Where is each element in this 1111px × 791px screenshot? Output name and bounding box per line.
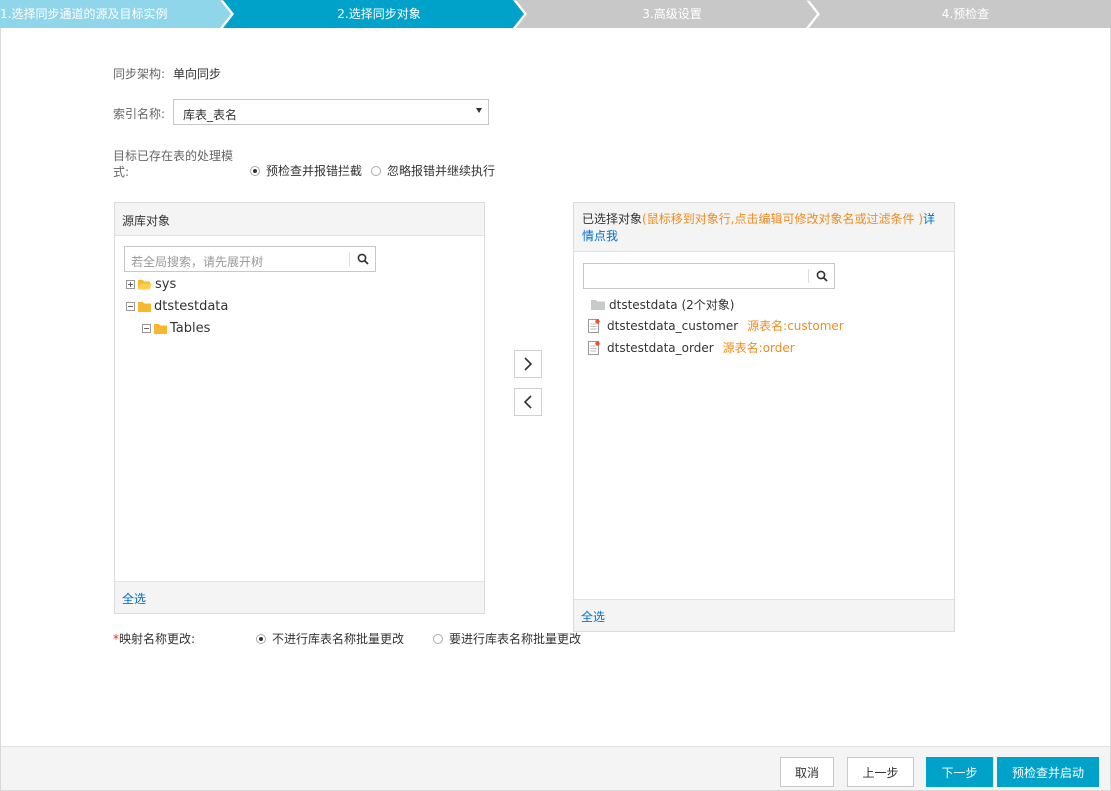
search-icon[interactable]	[809, 264, 834, 288]
step-4-label[interactable]: 4.预检查	[820, 0, 1111, 28]
sync-arch-value: 单向同步	[173, 67, 222, 81]
radio-unchecked-icon	[433, 633, 443, 644]
selected-panel-hint: (鼠标移到对象行,点击编辑可修改对象名或过滤条件 )	[642, 212, 924, 226]
wizard-steps: 1.选择同步通道的源及目标实例 2.选择同步对象 3.高级设置 4.预检查	[0, 0, 1111, 28]
index-name-value: 库表_表名	[183, 108, 238, 122]
source-panel-footer: 全选	[115, 581, 484, 613]
tree-node-tables[interactable]: Tables	[142, 321, 210, 336]
mapping-option-batch-change-label: 要进行库表名称批量更改	[449, 632, 582, 646]
move-right-button[interactable]	[514, 350, 542, 378]
radio-checked-icon	[250, 165, 260, 176]
search-icon[interactable]	[350, 247, 375, 271]
selected-item-name: dtstestdata_customer	[607, 318, 739, 333]
index-name-label: 索引名称:	[113, 107, 166, 121]
source-objects-panel: 源库对象 若全局搜索，请先展开树 sys dtstestdata Tables …	[114, 202, 485, 614]
expand-plus-icon[interactable]	[126, 280, 135, 289]
selected-group-label: dtstestdata (2个对象)	[609, 298, 735, 312]
source-select-all-link[interactable]: 全选	[122, 590, 146, 607]
next-step-button[interactable]: 下一步	[926, 757, 993, 787]
chevron-right-icon	[524, 357, 533, 371]
mapping-label-text: 映射名称更改:	[119, 632, 196, 646]
selected-item-row[interactable]: dtstestdata_customer 源表名:customer	[588, 317, 844, 334]
folder-open-icon	[138, 280, 152, 290]
cancel-button[interactable]: 取消	[780, 757, 834, 787]
collapse-minus-icon[interactable]	[142, 324, 151, 333]
table-file-icon	[588, 340, 600, 355]
selected-item-source: 源表名:customer	[747, 319, 844, 333]
step-1-label[interactable]: 1.选择同步通道的源及目标实例	[0, 0, 180, 28]
folder-icon	[138, 302, 151, 312]
folder-gray-icon	[591, 300, 605, 310]
mapping-option-no-change[interactable]: 不进行库表名称批量更改	[256, 630, 404, 647]
details-link-part2[interactable]: 情点我	[582, 229, 618, 243]
mapping-label: *映射名称更改:	[113, 630, 195, 647]
tree-node-sys-label: sys	[155, 277, 177, 292]
source-panel-title: 源库对象	[122, 214, 171, 228]
tree-node-dtstestdata[interactable]: dtstestdata	[126, 299, 228, 314]
dropdown-arrow-icon	[476, 108, 482, 113]
selected-objects-panel: 已选择对象(鼠标移到对象行,点击编辑可修改对象名或过滤条件 )详情点我 dtst…	[573, 202, 955, 632]
step-2-label[interactable]: 2.选择同步对象	[234, 0, 524, 28]
collapse-minus-icon[interactable]	[126, 302, 135, 311]
source-panel-header: 源库对象	[115, 203, 484, 236]
tree-node-tables-label: Tables	[170, 321, 211, 336]
move-left-button[interactable]	[514, 388, 542, 416]
selected-select-all-link[interactable]: 全选	[581, 608, 605, 625]
sync-arch-label: 同步架构:	[113, 67, 166, 81]
tree-node-sys[interactable]: sys	[126, 277, 176, 292]
index-name-select[interactable]: 库表_表名	[173, 99, 489, 125]
selected-item-row[interactable]: dtstestdata_order 源表名:order	[588, 339, 795, 356]
chevron-left-icon	[523, 395, 532, 409]
exist-mode-option-ignore-label: 忽略报错并继续执行	[387, 164, 496, 178]
tree-node-dtstestdata-label: dtstestdata	[154, 299, 229, 314]
table-file-icon	[588, 318, 600, 333]
prev-step-button[interactable]: 上一步	[847, 757, 914, 787]
selected-item-source: 源表名:order	[722, 341, 795, 355]
selected-group-row[interactable]: dtstestdata (2个对象)	[591, 296, 734, 313]
details-link-part1[interactable]: 详	[923, 212, 935, 226]
exist-mode-option-precheck-label: 预检查并报错拦截	[266, 164, 363, 178]
source-search-placeholder: 若全局搜索，请先展开树	[131, 255, 264, 269]
exist-mode-option-precheck[interactable]: 预检查并报错拦截	[250, 162, 362, 179]
selected-item-name: dtstestdata_order	[607, 340, 714, 355]
step-3-label[interactable]: 3.高级设置	[527, 0, 817, 28]
selected-panel-footer: 全选	[574, 599, 954, 631]
exist-mode-option-ignore[interactable]: 忽略报错并继续执行	[371, 162, 495, 179]
selected-panel-header: 已选择对象(鼠标移到对象行,点击编辑可修改对象名或过滤条件 )详情点我	[574, 203, 954, 252]
exist-mode-label: 目标已存在表的处理模式:	[113, 149, 234, 179]
radio-unchecked-icon	[371, 165, 381, 176]
radio-checked-icon	[256, 633, 266, 644]
source-search-input[interactable]: 若全局搜索，请先展开树	[124, 246, 376, 272]
mapping-option-batch-change[interactable]: 要进行库表名称批量更改	[433, 630, 581, 647]
selected-panel-title: 已选择对象	[582, 212, 643, 226]
precheck-start-button[interactable]: 预检查并启动	[997, 757, 1099, 787]
mapping-option-no-change-label: 不进行库表名称批量更改	[272, 632, 405, 646]
folder-icon	[154, 324, 167, 334]
selected-search-input[interactable]	[583, 263, 835, 289]
